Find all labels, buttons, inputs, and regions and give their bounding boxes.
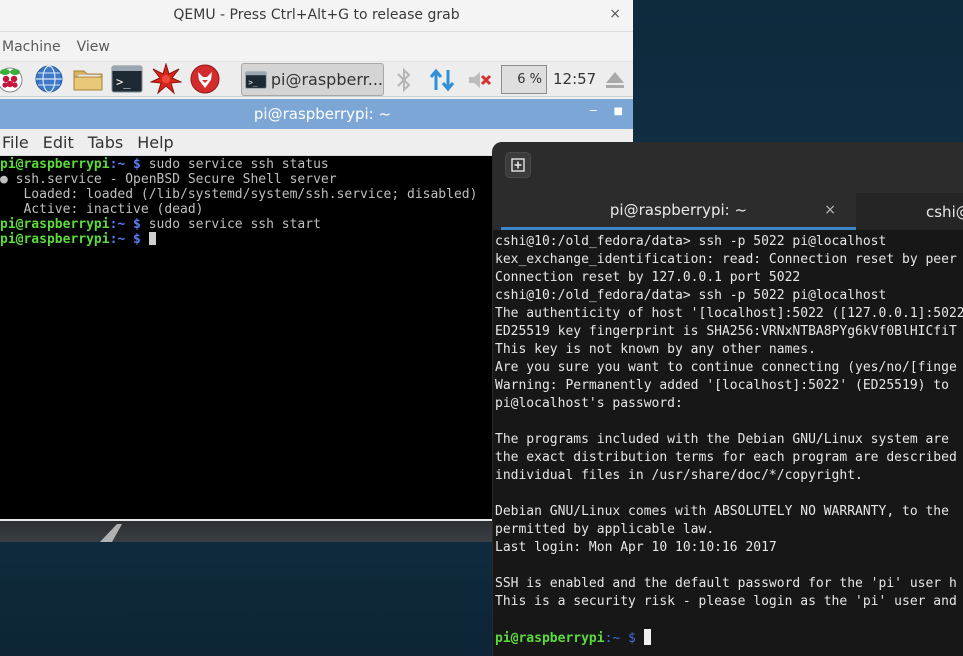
text-cursor bbox=[643, 629, 651, 645]
prompt-path: :~ $ bbox=[604, 631, 636, 646]
terminal-line: pi@localhost's password: bbox=[495, 396, 683, 411]
terminal-icon[interactable]: >_ bbox=[111, 63, 143, 95]
vm-terminal-title: pi@raspberrypi: ~ bbox=[253, 105, 392, 123]
wolfram-icon[interactable] bbox=[189, 63, 221, 95]
qemu-titlebar[interactable]: QEMU - Press Ctrl+Alt+G to release grab … bbox=[0, 0, 633, 32]
bluetooth-icon[interactable] bbox=[394, 62, 414, 97]
globe-icon[interactable] bbox=[33, 63, 65, 95]
tab-label: cshi@ bbox=[926, 202, 963, 221]
cpu-usage-monitor[interactable]: 6 % bbox=[501, 65, 547, 94]
menu-file[interactable]: File bbox=[2, 133, 29, 152]
maximize-icon[interactable]: ■ bbox=[614, 106, 623, 117]
command-text: sudo service ssh start bbox=[148, 217, 321, 232]
new-tab-button[interactable] bbox=[505, 152, 531, 178]
terminal-line: permitted by applicable law. bbox=[495, 522, 715, 537]
minimize-icon[interactable]: ‒ bbox=[589, 103, 597, 118]
taskbar-button-label: pi@raspberr... bbox=[270, 70, 383, 89]
prompt-path: :~ $ bbox=[109, 232, 141, 247]
terminal-line: kex_exchange_identification: read: Conne… bbox=[495, 252, 957, 267]
eject-icon[interactable] bbox=[604, 62, 626, 97]
plus-icon bbox=[511, 158, 525, 172]
svg-text:>_: >_ bbox=[248, 77, 258, 86]
volume-muted-icon[interactable] bbox=[467, 62, 493, 97]
menu-view[interactable]: View bbox=[77, 39, 110, 55]
tab-pi-raspberrypi[interactable]: pi@raspberrypi: ~ × bbox=[501, 193, 856, 230]
terminal-line: This is a security risk - please login a… bbox=[495, 594, 957, 609]
folder-icon[interactable] bbox=[72, 63, 104, 95]
svg-text:>_: >_ bbox=[116, 75, 131, 89]
terminal-line: Are you sure you want to continue connec… bbox=[495, 360, 957, 375]
host-terminal-window: pi@raspberrypi: ~ × cshi@ cshi@10:/old_f… bbox=[492, 142, 963, 656]
menu-help[interactable]: Help bbox=[137, 133, 173, 152]
terminal-line: individual files in /usr/share/doc/*/cop… bbox=[495, 468, 863, 483]
cpu-usage-value: 6 % bbox=[517, 72, 542, 87]
terminal-line: pi@raspberrypi:~ $ bbox=[495, 629, 963, 647]
host-terminal-output[interactable]: cshi@10:/old_fedora/data> ssh -p 5022 pi… bbox=[493, 233, 963, 656]
terminal-line: This key is not known by any other names… bbox=[495, 342, 816, 357]
tab-cshi[interactable]: cshi@ bbox=[856, 193, 963, 230]
menu-edit[interactable]: Edit bbox=[43, 133, 74, 152]
prompt-user: pi@raspberrypi bbox=[0, 157, 110, 172]
prompt-path: :~ $ bbox=[109, 157, 141, 172]
network-arrows-icon[interactable] bbox=[428, 62, 456, 97]
close-icon[interactable]: × bbox=[824, 202, 836, 218]
command-text: sudo service ssh status bbox=[148, 157, 329, 172]
terminal-line: The authenticity of host '[localhost]:50… bbox=[495, 306, 963, 321]
menu-tabs[interactable]: Tabs bbox=[88, 133, 123, 152]
prompt-user: pi@raspberrypi bbox=[0, 217, 110, 232]
raspberry-icon[interactable] bbox=[0, 63, 26, 95]
terminal-line: the exact distribution terms for each pr… bbox=[495, 450, 957, 465]
clock[interactable]: 12:57 bbox=[553, 70, 596, 88]
terminal-line: ED25519 key fingerprint is SHA256:VRNxNT… bbox=[495, 324, 957, 339]
terminal-line: Warning: Permanently added '[localhost]:… bbox=[495, 378, 949, 393]
close-icon[interactable]: × bbox=[609, 6, 621, 22]
terminal-line: Debian GNU/Linux comes with ABSOLUTELY N… bbox=[495, 504, 949, 519]
terminal-line: cshi@10:/old_fedora/data> ssh -p 5022 pi… bbox=[495, 288, 887, 303]
raspberry-pi-panel: >_ >_ pi@raspberr... 6 % 12:57 bbox=[0, 62, 633, 97]
host-terminal-header[interactable]: pi@raspberrypi: ~ × cshi@ bbox=[493, 142, 963, 230]
tab-label: pi@raspberrypi: ~ bbox=[609, 201, 748, 219]
taskbar-button-terminal[interactable]: >_ pi@raspberr... bbox=[241, 63, 384, 96]
terminal-line: Connection reset by 127.0.0.1 port 5022 bbox=[495, 270, 801, 285]
menu-machine[interactable]: Machine bbox=[2, 39, 61, 55]
prompt-path: :~ $ bbox=[109, 217, 141, 232]
prompt-user: pi@raspberrypi bbox=[0, 232, 110, 247]
mathematica-icon[interactable] bbox=[150, 63, 182, 95]
terminal-line: SSH is enabled and the default password … bbox=[495, 576, 957, 591]
prompt-user: pi@raspberrypi bbox=[495, 631, 605, 646]
text-cursor bbox=[148, 232, 156, 245]
terminal-line: Last login: Mon Apr 10 10:10:16 2017 bbox=[495, 540, 777, 555]
terminal-icon: >_ bbox=[245, 70, 267, 89]
terminal-line: cshi@10:/old_fedora/data> ssh -p 5022 pi… bbox=[495, 234, 887, 249]
window-buttons: ‒ ■ bbox=[589, 103, 623, 118]
vm-terminal-titlebar[interactable]: pi@raspberrypi: ~ ‒ ■ bbox=[0, 99, 633, 129]
qemu-menubar: Machine View bbox=[0, 32, 633, 62]
qemu-title: QEMU - Press Ctrl+Alt+G to release grab bbox=[173, 7, 460, 23]
terminal-line: The programs included with the Debian GN… bbox=[495, 432, 949, 447]
